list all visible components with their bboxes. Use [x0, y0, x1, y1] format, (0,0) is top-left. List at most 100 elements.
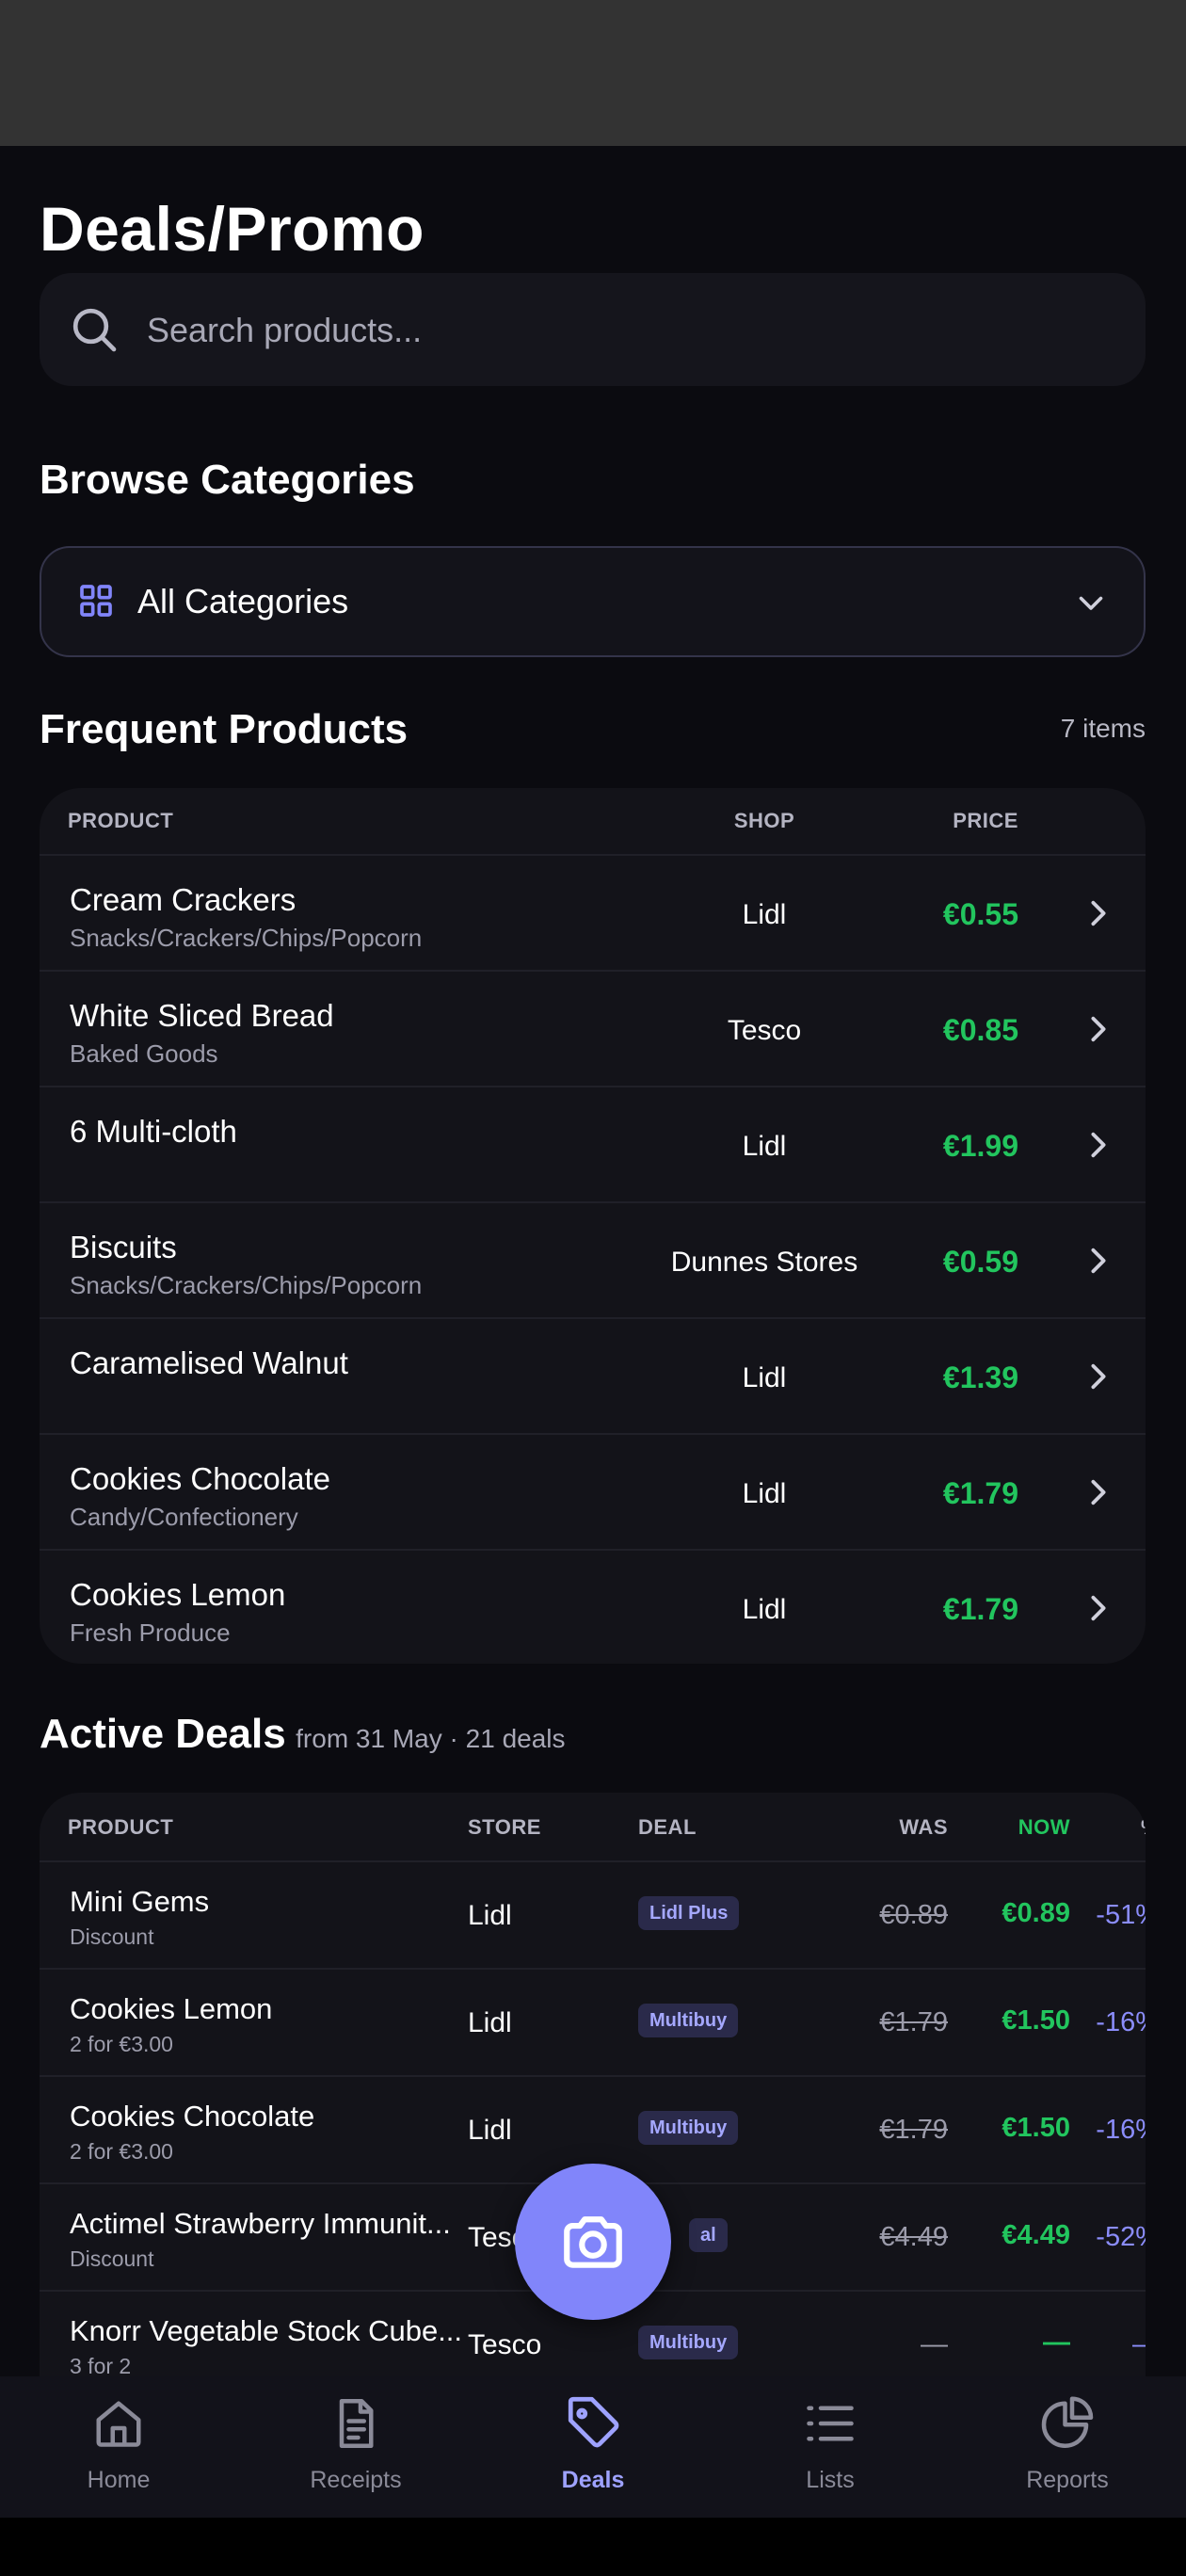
product-price: €0.55 [942, 897, 1018, 931]
deal-product-subtext: Discount [70, 2246, 154, 2271]
deal-store: Tesco [468, 2329, 542, 2360]
nav-receipts[interactable]: Receipts [237, 2376, 474, 2518]
product-price: €1.79 [942, 1592, 1018, 1626]
deal-was-price: €1.79 [879, 2007, 948, 2037]
chevron-right-icon[interactable] [1086, 1594, 1111, 1622]
table-row[interactable]: Biscuits Snacks/Crackers/Chips/Popcorn D… [40, 1201, 1146, 1319]
product-price: €1.79 [942, 1476, 1018, 1510]
deal-product-name: Cookies Lemon [70, 1992, 273, 2025]
deal-discount-percent: -51% [1096, 1900, 1146, 1930]
category-dropdown[interactable]: All Categories [40, 546, 1146, 657]
nav-home-label: Home [87, 2467, 151, 2493]
deal-type-badge: Multibuy [638, 2326, 739, 2359]
home-icon [96, 2401, 141, 2447]
table-row[interactable]: Cream Crackers Snacks/Crackers/Chips/Pop… [40, 854, 1146, 972]
product-price: €1.39 [942, 1360, 1018, 1394]
deal-product-subtext: 2 for €3.00 [70, 2032, 173, 2056]
deal-type-badge: Multibuy [638, 2004, 739, 2037]
table-row[interactable]: Caramelised Walnut Lidl €1.39 [40, 1317, 1146, 1435]
deal-product-name: Mini Gems [70, 1885, 210, 1918]
deal-type-badge: Lidl Plus [638, 1896, 740, 1930]
camera-icon [564, 2216, 622, 2268]
deal-was-price: €4.49 [879, 2222, 948, 2252]
deal-discount-percent: -16% [1096, 2007, 1146, 2037]
deal-type-badge: al [689, 2218, 728, 2252]
search-bar[interactable] [40, 273, 1146, 386]
product-name: Cream Crackers [70, 882, 296, 917]
product-name: Cookies Chocolate [70, 1461, 330, 1496]
table-row[interactable]: 6 Multi-cloth Lidl €1.99 [40, 1086, 1146, 1203]
deal-type-badge: Multibuy [638, 2111, 739, 2145]
grid-icon [80, 585, 112, 617]
active-deals-subtitle: from 31 May · 21 deals [296, 1724, 566, 1753]
table-row[interactable]: Cookies Lemon Fresh Produce Lidl €1.79 [40, 1549, 1146, 1664]
product-name: Biscuits [70, 1230, 177, 1264]
deal-product-subtext: 3 for 2 [70, 2354, 132, 2376]
tag-icon [568, 2396, 619, 2448]
column-header-percent: % [1066, 1815, 1146, 1840]
nav-deals[interactable]: Deals [474, 2376, 712, 2518]
product-category: Snacks/Crackers/Chips/Popcorn [70, 924, 423, 952]
product-price: €0.85 [942, 1013, 1018, 1047]
chevron-right-icon[interactable] [1086, 1015, 1111, 1043]
deal-discount-percent: -52% [1096, 2222, 1146, 2252]
chevron-right-icon[interactable] [1086, 1362, 1111, 1391]
deal-store: Lidl [468, 2115, 512, 2146]
deal-was-price: €1.79 [879, 2115, 948, 2145]
chevron-right-icon[interactable] [1086, 1247, 1111, 1275]
receipt-icon [339, 2399, 374, 2448]
scan-receipt-button[interactable] [515, 2164, 671, 2320]
deal-was-price: — [921, 2329, 948, 2359]
product-price: €0.59 [942, 1245, 1018, 1279]
deal-store: Lidl [468, 1900, 512, 1931]
table-row[interactable]: White Sliced Bread Baked Goods Tesco €0.… [40, 970, 1146, 1087]
chevron-down-icon [1079, 596, 1103, 610]
deal-product-name: Cookies Chocolate [70, 2100, 315, 2133]
deal-product-subtext: Discount [70, 1924, 154, 1949]
nav-lists-label: Lists [806, 2467, 855, 2493]
frequent-products-table: PRODUCT SHOP PRICE Cream Crackers Snacks… [40, 788, 1146, 1664]
deal-discount-percent: — [1066, 2329, 1146, 2360]
bottom-navigation: Home Receipts Deals Lists Reports [0, 2376, 1186, 2518]
column-header-now: NOW [1018, 1815, 1070, 1839]
deal-was-price: €0.89 [879, 1900, 948, 1930]
system-gesture-bar [0, 2518, 1186, 2576]
nav-lists[interactable]: Lists [712, 2376, 949, 2518]
nav-reports-label: Reports [1026, 2467, 1109, 2493]
list-icon [807, 2406, 854, 2441]
deal-product-subtext: 2 for €3.00 [70, 2139, 173, 2164]
column-header-deal: DEAL [638, 1815, 697, 1839]
nav-home[interactable]: Home [0, 2376, 237, 2518]
deal-now-price: €4.49 [1002, 2220, 1070, 2250]
product-name: Caramelised Walnut [70, 1345, 348, 1380]
browse-categories-heading: Browse Categories [40, 457, 415, 503]
page-title: Deals/Promo [40, 194, 425, 264]
deal-now-price: €1.50 [1002, 2005, 1070, 2036]
product-category: Fresh Produce [70, 1618, 231, 1647]
deal-row[interactable]: Mini Gems Discount Lidl Lidl Plus €0.89 … [40, 1860, 1146, 1969]
column-header-store: STORE [468, 1815, 541, 1839]
nav-reports[interactable]: Reports [949, 2376, 1186, 2518]
chevron-right-icon[interactable] [1086, 899, 1111, 927]
product-category: Baked Goods [70, 1039, 218, 1068]
search-input[interactable] [145, 299, 1090, 362]
product-name: White Sliced Bread [70, 998, 334, 1033]
product-name: Cookies Lemon [70, 1577, 286, 1612]
chevron-right-icon[interactable] [1086, 1478, 1111, 1506]
chevron-right-icon[interactable] [1086, 1131, 1111, 1159]
column-header-price: PRICE [953, 809, 1018, 832]
column-header-product: PRODUCT [68, 809, 174, 832]
nav-receipts-label: Receipts [310, 2467, 402, 2493]
deal-now-price: €1.50 [1002, 2113, 1070, 2143]
product-category: Snacks/Crackers/Chips/Popcorn [70, 1271, 423, 1299]
search-icon [72, 308, 117, 352]
items-count: 7 items [1060, 714, 1146, 743]
column-header-product: PRODUCT [68, 1815, 174, 1839]
deal-product-name: Actimel Strawberry Immunit... [70, 2207, 451, 2240]
deal-now-price: €0.89 [1002, 1898, 1070, 1928]
table-row[interactable]: Cookies Chocolate Candy/Confectionery Li… [40, 1433, 1146, 1551]
deal-store: Lidl [468, 2007, 512, 2038]
product-name: 6 Multi-cloth [70, 1114, 237, 1149]
deal-row[interactable]: Cookies Lemon 2 for €3.00 Lidl Multibuy … [40, 1968, 1146, 2076]
nav-deals-label: Deals [561, 2467, 625, 2493]
